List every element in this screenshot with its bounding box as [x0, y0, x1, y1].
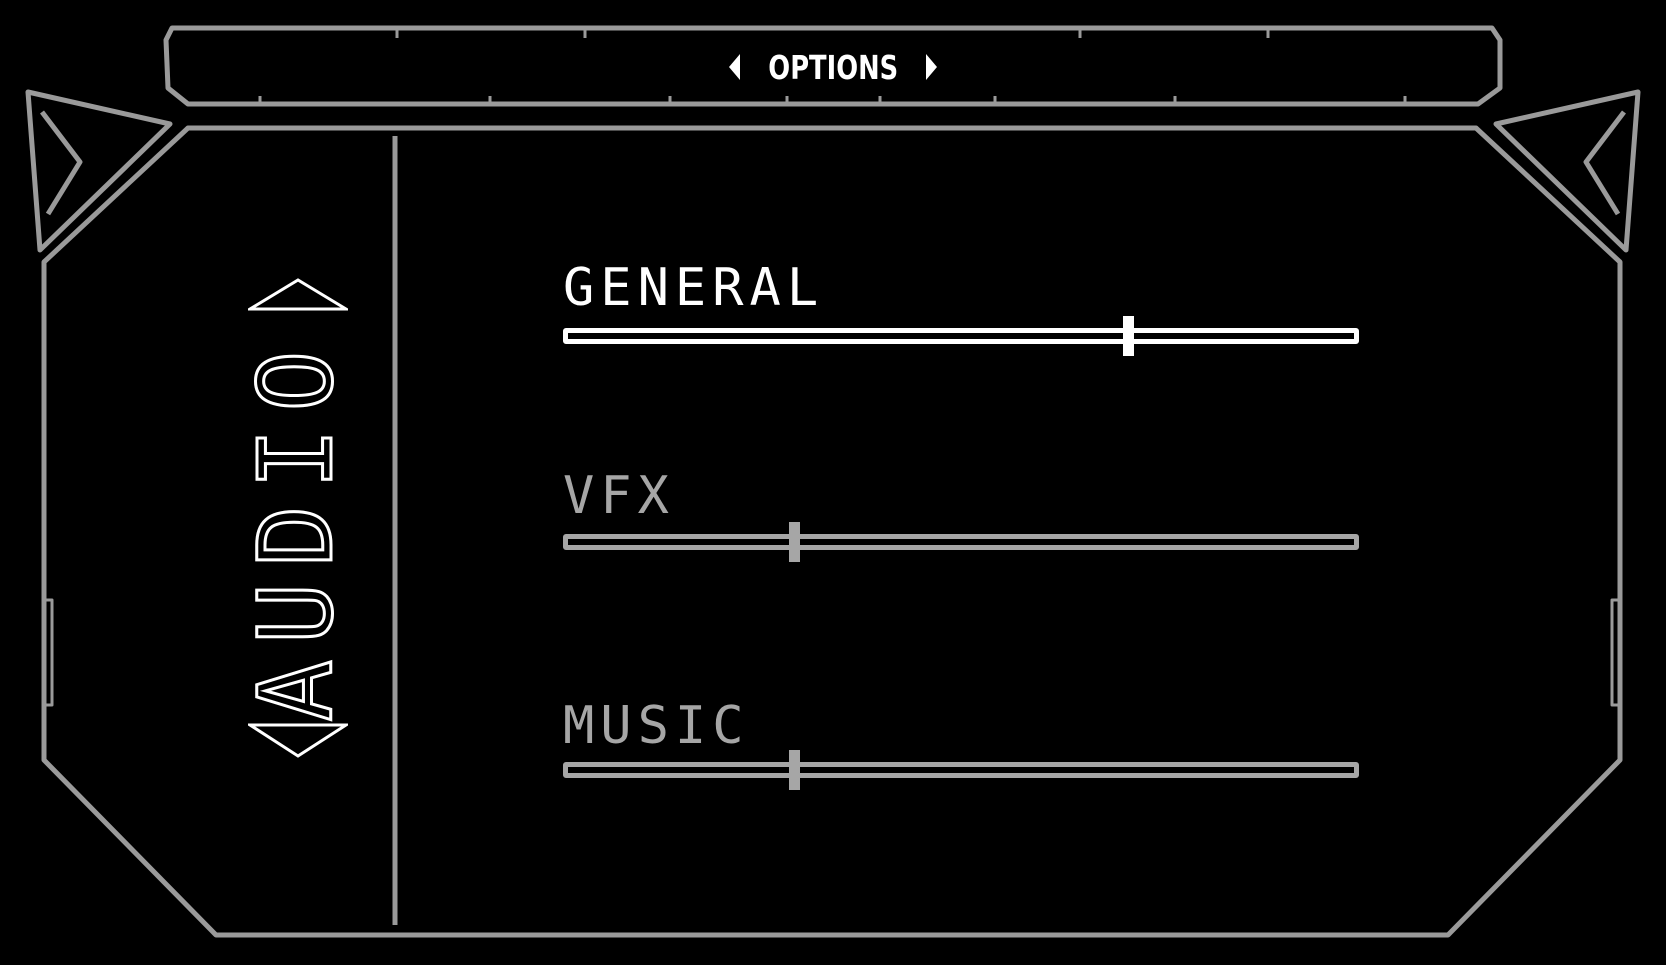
general-volume-setting: GENERAL	[563, 262, 1359, 362]
slider-thumb[interactable]	[789, 750, 800, 790]
slider-thumb[interactable]	[1123, 316, 1134, 356]
vfx-volume-slider[interactable]	[563, 534, 1359, 550]
vfx-volume-setting: VFX	[563, 470, 1359, 570]
general-volume-slider[interactable]	[563, 328, 1359, 344]
caret-right-icon[interactable]	[926, 54, 938, 80]
music-volume-setting: MUSIC	[563, 700, 1359, 800]
setting-label: GENERAL	[563, 258, 825, 318]
options-title: OPTIONS	[768, 47, 898, 87]
caret-left-icon[interactable]	[728, 54, 740, 80]
setting-label: MUSIC	[563, 696, 750, 756]
triangle-up-icon[interactable]	[248, 276, 348, 312]
triangle-down-icon[interactable]	[248, 722, 348, 760]
category-label: AUDIO	[236, 333, 358, 723]
music-volume-slider[interactable]	[563, 762, 1359, 778]
options-header: OPTIONS	[170, 28, 1496, 106]
slider-thumb[interactable]	[789, 522, 800, 562]
setting-label: VFX	[563, 466, 675, 526]
